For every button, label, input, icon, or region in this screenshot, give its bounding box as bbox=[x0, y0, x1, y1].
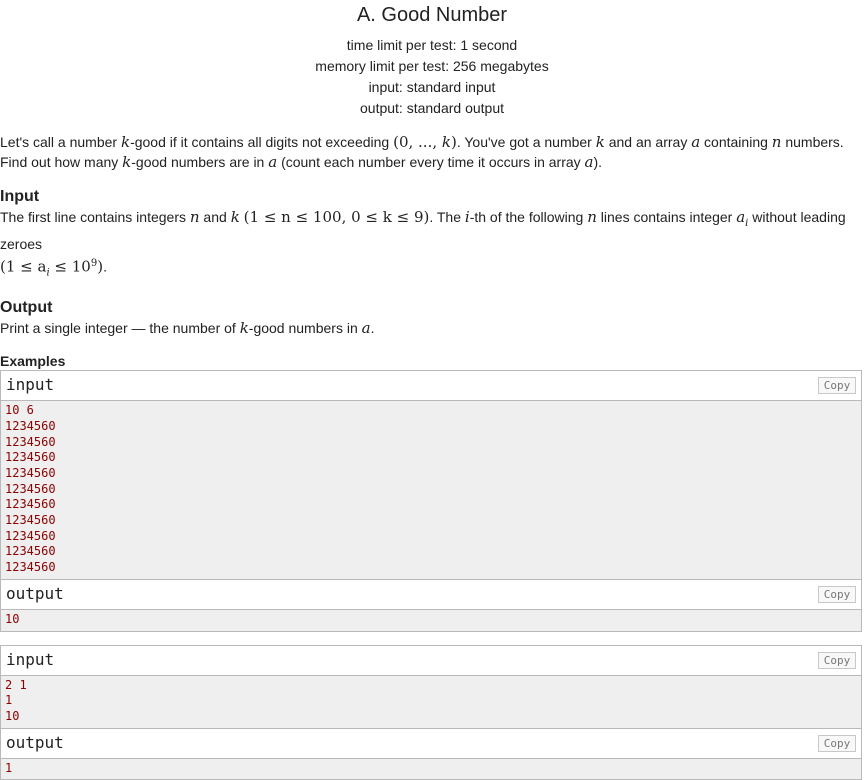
copy-button[interactable]: Copy bbox=[818, 651, 856, 669]
example-1-output-content[interactable]: 10 bbox=[1, 609, 861, 631]
code-line: 1234560 bbox=[5, 434, 56, 449]
input-line-2: (1 ≤ ai ≤ 109). bbox=[0, 257, 107, 279]
code-line: 1234560 bbox=[5, 497, 56, 512]
input-line-1: The first line contains integers n and k… bbox=[0, 208, 846, 252]
problem-title: A. Good Number bbox=[356, 4, 508, 26]
code-line: 10 6 bbox=[5, 403, 34, 418]
code-line: 1234560 bbox=[5, 513, 56, 528]
output-label: output bbox=[6, 732, 64, 752]
code-line: 1234560 bbox=[5, 544, 56, 559]
code-line: 1234560 bbox=[5, 528, 56, 543]
code-line: 1234560 bbox=[5, 466, 56, 480]
output-spec: output: standard output bbox=[360, 100, 504, 116]
copy-button[interactable]: Copy bbox=[818, 377, 856, 395]
memory-limit: memory limit per test: 256 megabytes bbox=[315, 58, 549, 74]
examples-heading: Examples bbox=[0, 353, 66, 370]
statement-line-1: Let's call a number k-good if it contain… bbox=[0, 133, 844, 151]
copy-button[interactable]: Copy bbox=[818, 585, 856, 603]
example-1-input-content[interactable]: 10 6 1234560 1234560 1234560 1234560 123… bbox=[1, 401, 861, 579]
input-label: input bbox=[6, 375, 55, 395]
example-1-output: output Copy 10 bbox=[0, 579, 862, 632]
example-2-output: output Copy 1 bbox=[0, 728, 862, 780]
example-1-input: input Copy 10 6 1234560 1234560 1234560 … bbox=[0, 370, 862, 580]
code-line: 1234560 bbox=[5, 481, 56, 496]
code-line: 1234560 bbox=[5, 418, 56, 433]
example-2-input-content[interactable]: 2 1 1 10 bbox=[1, 675, 861, 728]
input-specification: The first line contains integers n and k… bbox=[0, 207, 864, 283]
example-2-input: input Copy 2 1 1 10 bbox=[0, 644, 862, 729]
copy-button[interactable]: Copy bbox=[818, 734, 856, 752]
code-line: 10 bbox=[5, 708, 20, 723]
code-line: 1234560 bbox=[5, 560, 56, 575]
example-2-output-content[interactable]: 1 bbox=[1, 758, 861, 780]
code-line: 1234560 bbox=[5, 450, 56, 465]
input-heading: Input bbox=[0, 188, 40, 205]
output-specification: Print a single integer — the number of k… bbox=[0, 319, 375, 338]
output-label: output bbox=[6, 583, 64, 603]
code-line: 1 bbox=[5, 693, 13, 708]
code-line: 1 bbox=[5, 760, 13, 775]
problem-page: A. Good Number time limit per test: 1 se… bbox=[0, 0, 864, 780]
time-limit: time limit per test: 1 second bbox=[346, 37, 518, 53]
input-spec: input: standard input bbox=[368, 79, 496, 95]
problem-limits: time limit per test: 1 second memory lim… bbox=[0, 35, 864, 119]
code-line: 10 bbox=[5, 611, 20, 626]
statement-line-2: Find out how many k-good numbers are in … bbox=[0, 153, 603, 171]
input-label: input bbox=[6, 649, 55, 669]
statement-legend: Let's call a number k-good if it contain… bbox=[0, 132, 864, 172]
output-heading: Output bbox=[0, 299, 53, 317]
code-line: 2 1 bbox=[5, 677, 27, 692]
